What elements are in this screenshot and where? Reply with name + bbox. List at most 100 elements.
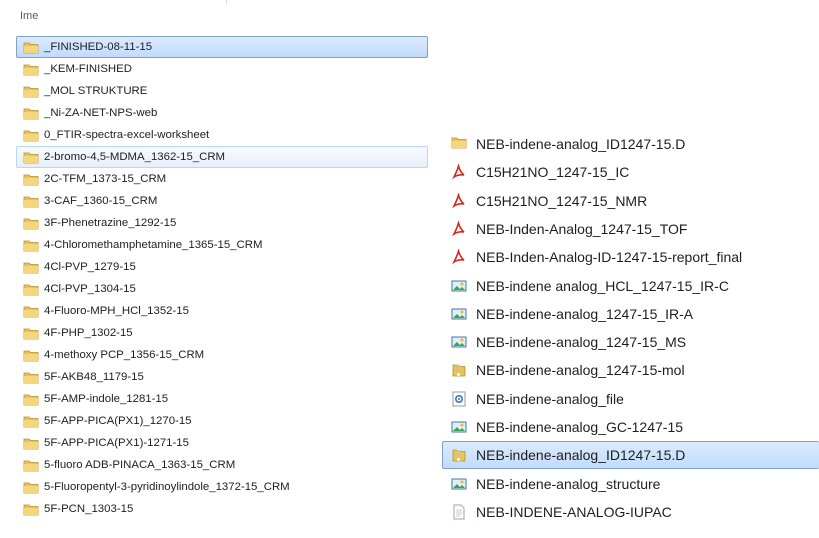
right-list-item[interactable]: NEB-Inden-Analog-ID-1247-15-report_final xyxy=(442,243,819,271)
column-header-name[interactable]: Ime xyxy=(0,0,428,32)
left-list-item[interactable]: 2-bromo-4,5-MDMA_1362-15_CRM xyxy=(16,146,428,168)
left-list-item-label: 4-Chloromethamphetamine_1365-15_CRM xyxy=(44,239,263,251)
left-list-item-label: 4-Fluoro-MPH_HCl_1352-15 xyxy=(44,305,189,317)
folder-icon xyxy=(23,327,39,340)
right-list-item-label: NEB-Inden-Analog-ID-1247-15-report_final xyxy=(476,249,743,266)
left-list-item[interactable]: 3F-Phenetrazine_1292-15 xyxy=(16,212,428,234)
column-header-label: Ime xyxy=(20,10,39,22)
right-list-item[interactable]: NEB-INDENE-ANALOG-IUPAC xyxy=(442,498,819,526)
left-list-item[interactable]: _Ni-ZA-NET-NPS-web xyxy=(16,102,428,124)
right-list-item[interactable]: NEB-indene analog_HCL_1247-15_IR-C xyxy=(442,272,819,300)
right-list-item[interactable]: NEB-indene-analog_ID1247-15.D xyxy=(442,130,819,158)
image-icon xyxy=(451,306,467,322)
left-list-item[interactable]: 4-Fluoro-MPH_HCl_1352-15 xyxy=(16,300,428,322)
folder-icon xyxy=(23,107,39,120)
right-list-item[interactable]: NEB-indene-analog_ID1247-15.D xyxy=(442,441,819,470)
pdf-icon xyxy=(451,164,467,180)
folder-icon xyxy=(23,239,39,252)
folder-icon xyxy=(23,173,39,186)
left-list-item[interactable]: 5-fluoro ADB-PINACA_1363-15_CRM xyxy=(16,454,428,476)
pdf-icon xyxy=(451,220,467,237)
left-list-item[interactable]: 2C-TFM_1373-15_CRM xyxy=(16,168,428,190)
settings-file-icon xyxy=(451,391,467,407)
pdf-icon xyxy=(451,192,467,209)
folder-icon xyxy=(23,63,39,76)
left-list-item[interactable]: 4Cl-PVP_1279-15 xyxy=(16,256,428,278)
right-list-item-label: NEB-INDENE-ANALOG-IUPAC xyxy=(476,503,672,520)
right-list-item-label: C15H21NO_1247-15_IC xyxy=(476,164,630,181)
image-icon xyxy=(451,476,467,492)
left-list-item-label: 5F-APP-PICA(PX1)-1271-15 xyxy=(44,437,189,449)
left-list-item-label: 4-methoxy PCP_1356-15_CRM xyxy=(44,349,205,361)
folder-icon xyxy=(23,217,39,230)
left-list-item[interactable]: _KEM-FINISHED xyxy=(16,58,428,80)
folder-icon xyxy=(23,459,39,472)
folder-icon xyxy=(23,195,39,208)
folder-zip-icon xyxy=(451,362,467,378)
left-list-item-label: 5F-PCN_1303-15 xyxy=(44,503,134,515)
text-file-icon xyxy=(451,504,467,520)
left-list-item[interactable]: 3-CAF_1360-15_CRM xyxy=(16,190,428,212)
left-list-item-label: 5-Fluoropentyl-3-pyridinoylindole_1372-1… xyxy=(44,481,290,493)
left-list-item[interactable]: 4Cl-PVP_1304-15 xyxy=(16,278,428,300)
right-list-item-label: NEB-indene-analog_file xyxy=(476,390,624,407)
left-list-item-label: 4Cl-PVP_1304-15 xyxy=(44,283,136,295)
left-list-item-label: 2-bromo-4,5-MDMA_1362-15_CRM xyxy=(44,151,226,163)
right-list-item[interactable]: C15H21NO_1247-15_NMR xyxy=(442,187,819,215)
right-list-item-label: NEB-indene-analog_ID1247-15.D xyxy=(476,447,686,464)
right-list-item-label: NEB-indene-analog_ID1247-15.D xyxy=(476,136,686,152)
right-list-item-label: NEB-indene-analog_GC-1247-15 xyxy=(476,419,684,435)
left-list-item[interactable]: _FINISHED-08-11-15 xyxy=(16,36,428,58)
folder-zip-icon xyxy=(451,447,467,463)
left-list-item-label: 4F-PHP_1302-15 xyxy=(44,327,133,339)
folder-icon xyxy=(23,41,39,54)
left-list-item-label: _MOL STRUKTURE xyxy=(44,85,148,97)
folder-icon xyxy=(23,305,39,318)
left-list-item[interactable]: 5-Fluoropentyl-3-pyridinoylindole_1372-1… xyxy=(16,476,428,498)
right-list-item[interactable]: NEB-indene-analog_GC-1247-15 xyxy=(442,413,819,441)
image-icon xyxy=(451,334,467,350)
right-list-item[interactable]: NEB-indene-analog_structure xyxy=(442,470,819,498)
left-list-item[interactable]: 0_FTIR-spectra-excel-worksheet xyxy=(16,124,428,146)
right-list-item-label: NEB-indene-analog_structure xyxy=(476,475,661,492)
right-list-item-label: NEB-indene analog_HCL_1247-15_IR-C xyxy=(476,277,729,294)
folder-icon xyxy=(451,136,467,152)
folder-icon xyxy=(23,503,39,516)
image-icon xyxy=(451,419,467,435)
left-list-item-label: 2C-TFM_1373-15_CRM xyxy=(44,173,167,185)
folder-icon xyxy=(23,393,39,406)
folder-icon xyxy=(23,437,39,450)
left-list-item-label: 5F-AKB48_1179-15 xyxy=(44,371,144,383)
right-list-item[interactable]: NEB-indene-analog_file xyxy=(442,385,819,413)
left-list-item[interactable]: 5F-PCN_1303-15 xyxy=(16,498,428,520)
right-list-item[interactable]: NEB-indene-analog_1247-15_MS xyxy=(442,328,819,356)
left-list-item[interactable]: 5F-AKB48_1179-15 xyxy=(16,366,428,388)
folder-icon xyxy=(23,349,39,362)
left-list-item[interactable]: 5F-AMP-indole_1281-15 xyxy=(16,388,428,410)
left-list-item-label: 3-CAF_1360-15_CRM xyxy=(44,195,158,207)
left-list-item-label: 4Cl-PVP_1279-15 xyxy=(44,261,136,273)
left-list-item[interactable]: _MOL STRUKTURE xyxy=(16,80,428,102)
left-list-item-label: 5-fluoro ADB-PINACA_1363-15_CRM xyxy=(44,459,236,471)
right-list-item[interactable]: NEB-indene-analog_1247-15_IR-A xyxy=(442,300,819,328)
right-list-item[interactable]: NEB-Inden-Analog_1247-15_TOF xyxy=(442,215,819,243)
column-resize-grip[interactable] xyxy=(226,0,227,4)
right-list-item-label: C15H21NO_1247-15_NMR xyxy=(476,192,648,209)
right-list-item[interactable]: C15H21NO_1247-15_IC xyxy=(442,158,819,186)
folder-icon xyxy=(23,415,39,428)
left-list-item-label: 5F-APP-PICA(PX1)_1270-15 xyxy=(44,415,192,427)
left-list-item[interactable]: 5F-APP-PICA(PX1)-1271-15 xyxy=(16,432,428,454)
left-list-item-label: _KEM-FINISHED xyxy=(44,63,132,75)
left-list-item-label: _Ni-ZA-NET-NPS-web xyxy=(44,107,158,119)
right-list-item[interactable]: NEB-indene-analog_1247-15-mol xyxy=(442,356,819,384)
folder-icon xyxy=(23,481,39,494)
right-list-item-label: NEB-Inden-Analog_1247-15_TOF xyxy=(476,220,688,237)
right-list-item-label: NEB-indene-analog_1247-15_IR-A xyxy=(476,305,694,322)
left-list-item[interactable]: 4-Chloromethamphetamine_1365-15_CRM xyxy=(16,234,428,256)
left-list-item[interactable]: 5F-APP-PICA(PX1)_1270-15 xyxy=(16,410,428,432)
left-list-item[interactable]: 4-methoxy PCP_1356-15_CRM xyxy=(16,344,428,366)
folder-icon xyxy=(23,283,39,296)
right-list-item-label: NEB-indene-analog_1247-15_MS xyxy=(476,334,687,351)
left-list-item-label: 5F-AMP-indole_1281-15 xyxy=(44,393,169,405)
left-list-item[interactable]: 4F-PHP_1302-15 xyxy=(16,322,428,344)
